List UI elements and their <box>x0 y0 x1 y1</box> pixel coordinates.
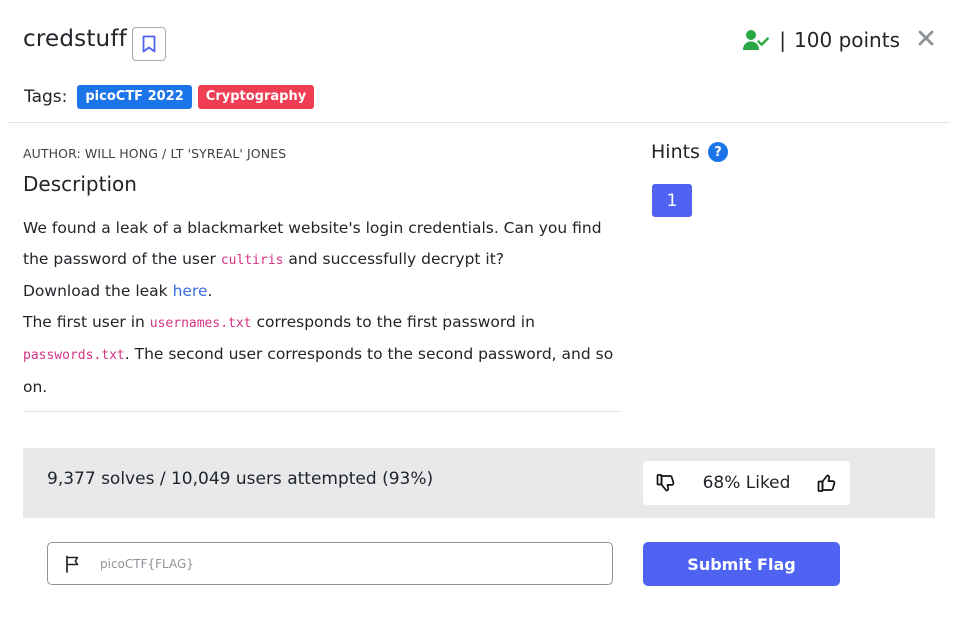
description-paragraph-2: Download the leak here. <box>23 276 623 307</box>
flag-input-container[interactable] <box>47 542 613 585</box>
hint-1-button[interactable]: 1 <box>652 184 692 217</box>
thumbs-up-icon[interactable] <box>816 472 838 494</box>
close-button[interactable] <box>916 26 936 50</box>
liked-percentage: 68% Liked <box>702 473 791 493</box>
points-value: 100 points <box>794 28 900 52</box>
points-separator: | <box>779 28 787 52</box>
solves-count: 9,377 solves / 10,049 users attempted (9… <box>47 469 434 489</box>
hints-section-header: Hints ? <box>651 141 728 163</box>
flag-icon <box>64 555 82 573</box>
description-text: Download the leak <box>23 282 173 300</box>
submit-flag-button[interactable]: Submit Flag <box>643 542 840 586</box>
hints-heading: Hints <box>651 141 700 163</box>
points-display: | 100 points <box>743 28 900 52</box>
description-heading: Description <box>23 172 137 196</box>
tag-cryptography[interactable]: Cryptography <box>197 85 315 109</box>
description-text: The first user in <box>23 312 150 331</box>
description-text: . <box>207 282 213 300</box>
bookmark-icon <box>142 35 156 53</box>
likes-box: 68% Liked <box>643 461 850 505</box>
close-icon <box>918 30 934 46</box>
description-divider <box>23 411 621 412</box>
username-code: cultiris <box>220 252 284 268</box>
bookmark-button[interactable] <box>132 27 166 61</box>
tag-picoctf-2022[interactable]: picoCTF 2022 <box>77 85 192 109</box>
tags-row: Tags: picoCTF 2022 Cryptography <box>24 85 320 109</box>
description-paragraph-1: We found a leak of a blackmarket website… <box>23 213 623 276</box>
challenge-title: credstuff <box>23 26 127 52</box>
description-body: We found a leak of a blackmarket website… <box>23 213 623 402</box>
stats-bar: 9,377 solves / 10,049 users attempted (9… <box>23 448 935 518</box>
description-text: and successfully decrypt it? <box>283 249 505 268</box>
flag-input[interactable] <box>100 556 560 571</box>
author-line: AUTHOR: WILL HONG / LT 'SYREAL' JONES <box>23 146 287 161</box>
tags-label: Tags: <box>24 87 68 107</box>
description-paragraph-3: The first user in usernames.txt correspo… <box>23 307 623 403</box>
download-link[interactable]: here <box>173 282 208 300</box>
usernames-file-code: usernames.txt <box>149 315 252 331</box>
user-check-icon <box>743 29 770 51</box>
question-circle-icon[interactable]: ? <box>707 142 728 162</box>
thumbs-down-icon[interactable] <box>655 472 677 494</box>
header-divider <box>8 122 950 123</box>
passwords-file-code: passwords.txt <box>23 348 125 363</box>
description-text: corresponds to the first password in <box>251 312 535 331</box>
